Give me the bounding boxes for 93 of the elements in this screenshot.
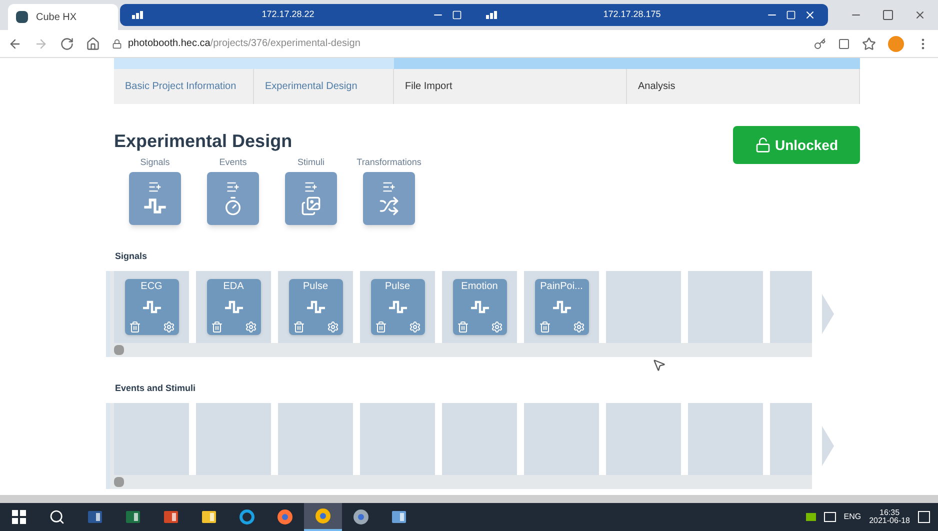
- settings-icon[interactable]: [244, 320, 256, 332]
- remote-ip: 172.17.28.22: [262, 8, 314, 22]
- step-tab[interactable]: Basic Project Information: [114, 69, 254, 104]
- settings-icon[interactable]: [326, 320, 338, 332]
- signal-name: Emotion: [461, 280, 498, 293]
- add-list-icon: [382, 180, 396, 194]
- tray-clock[interactable]: 16:35 2021-06-18: [869, 509, 910, 525]
- trash-icon[interactable]: [538, 320, 550, 332]
- add-tool-button[interactable]: [285, 172, 337, 224]
- tool-label: Signals: [140, 156, 170, 169]
- section-title: Signals: [115, 250, 148, 263]
- app-icon: [391, 509, 407, 525]
- square-wave-icon: [224, 298, 244, 315]
- square-wave-icon: [388, 298, 408, 315]
- remote-ip: 172.17.28.175: [603, 8, 661, 22]
- key-icon[interactable]: [814, 38, 826, 50]
- settings-icon[interactable]: [408, 320, 420, 332]
- signal-card[interactable]: Pulse: [370, 278, 424, 334]
- reload-icon[interactable]: [60, 36, 74, 50]
- signal-card[interactable]: Pulse: [288, 278, 342, 334]
- lock-icon: [112, 38, 122, 48]
- signal-card[interactable]: EDA: [206, 278, 260, 334]
- signal-bars-icon: [486, 11, 498, 19]
- tray-language[interactable]: ENG: [844, 511, 862, 523]
- tab-title: Cube HX: [36, 10, 77, 24]
- trash-icon[interactable]: [292, 320, 304, 332]
- square-wave-icon: [306, 298, 326, 315]
- tray-status-icon[interactable]: [806, 513, 816, 521]
- bookmark-star-icon[interactable]: [862, 36, 876, 50]
- signal-name: EDA: [223, 280, 244, 293]
- stopwatch-icon: [223, 196, 243, 216]
- square-wave-icon: [142, 298, 162, 315]
- signal-name: Pulse: [302, 280, 328, 293]
- scrollbar-thumb[interactable]: [114, 344, 124, 354]
- scrollbar-thumb[interactable]: [114, 476, 124, 486]
- unlock-icon: [754, 137, 771, 153]
- trash-icon[interactable]: [128, 320, 140, 332]
- close-icon[interactable]: [914, 9, 926, 21]
- page-title: Experimental Design: [114, 130, 292, 153]
- shuffle-icon: [379, 196, 399, 216]
- add-list-icon: [148, 180, 162, 194]
- trash-icon[interactable]: [210, 320, 222, 332]
- app-icon: [87, 509, 103, 525]
- step-tab[interactable]: File Import: [394, 69, 627, 104]
- tool-label: Transformations: [356, 156, 422, 169]
- square-wave-icon: [143, 196, 167, 216]
- signal-card[interactable]: PainPoi...: [534, 278, 588, 334]
- home-icon[interactable]: [86, 36, 100, 50]
- url-text: photobooth.hec.ca/projects/376/experimental-design: [128, 37, 360, 51]
- section-title: Events and Stimuli: [115, 382, 197, 395]
- browser-icon: [239, 509, 255, 525]
- signal-name: ECG: [140, 280, 162, 293]
- app-icon: [125, 509, 141, 525]
- horizontal-scrollbar[interactable]: [0, 495, 938, 503]
- signal-card[interactable]: ECG: [124, 278, 178, 334]
- trash-icon[interactable]: [374, 320, 386, 332]
- add-list-icon: [304, 180, 318, 194]
- signal-name: PainPoi...: [540, 280, 583, 293]
- images-icon: [301, 196, 321, 216]
- windows-icon: [12, 510, 26, 524]
- add-tool-button[interactable]: [129, 172, 181, 224]
- add-tool-button[interactable]: [363, 172, 415, 224]
- back-icon[interactable]: [8, 36, 22, 50]
- step-tab[interactable]: Experimental Design: [254, 69, 394, 104]
- square-wave-icon: [470, 298, 490, 315]
- signal-name: Pulse: [384, 280, 410, 293]
- browser-icon: [315, 508, 331, 524]
- settings-icon[interactable]: [162, 320, 174, 332]
- app-logo-icon: [16, 11, 28, 23]
- settings-icon[interactable]: [572, 320, 584, 332]
- app-icon: [163, 509, 179, 525]
- restore-icon[interactable]: [882, 9, 894, 21]
- browser-icon: [277, 509, 293, 525]
- address-field[interactable]: photobooth.hec.ca/projects/376/experimental-design: [112, 32, 802, 54]
- mouse-cursor-icon: [652, 358, 666, 372]
- unlocked-button[interactable]: Unlocked: [733, 126, 860, 164]
- add-list-icon: [226, 180, 240, 194]
- add-tool-button[interactable]: [207, 172, 259, 224]
- settings-icon[interactable]: [490, 320, 502, 332]
- folder-icon: [201, 509, 217, 525]
- close-icon[interactable]: [804, 9, 816, 21]
- signal-bars-icon: [132, 11, 144, 19]
- square-wave-icon: [552, 298, 572, 315]
- step-tab[interactable]: Analysis: [627, 69, 860, 104]
- signal-card[interactable]: Emotion: [452, 278, 506, 334]
- browser-tab[interactable]: Cube HX: [8, 4, 118, 30]
- tool-label: Stimuli: [297, 156, 324, 169]
- trash-icon[interactable]: [456, 320, 468, 332]
- tool-label: Events: [219, 156, 247, 169]
- clock-time: 16:35: [880, 509, 900, 517]
- search-icon: [49, 509, 65, 525]
- clock-date: 2021-06-18: [869, 517, 910, 525]
- disc-icon: [353, 509, 369, 525]
